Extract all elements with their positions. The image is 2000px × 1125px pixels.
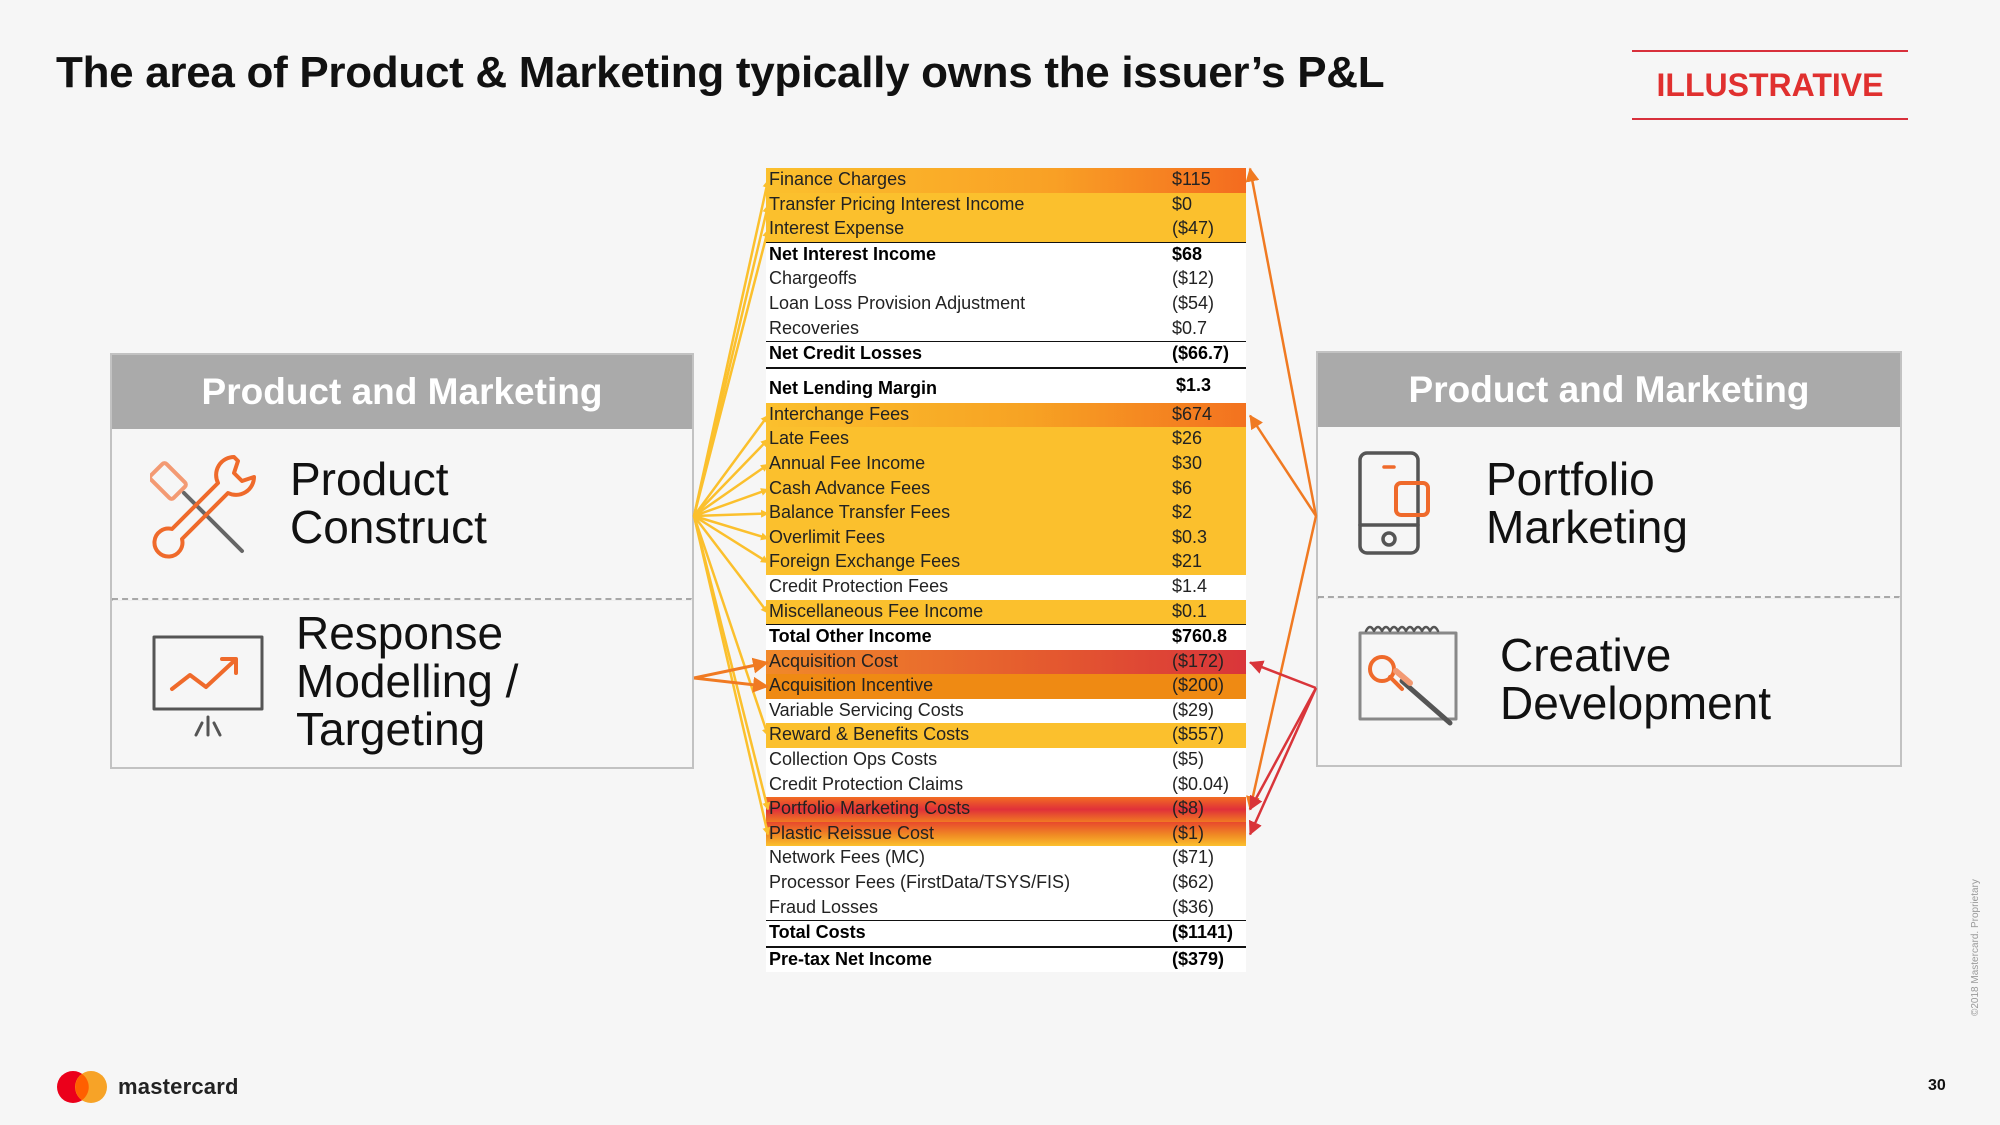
page-number: 30 (1928, 1077, 1946, 1094)
arrow-product-to-row (693, 509, 769, 518)
mastercard-logo: mastercard (56, 1070, 239, 1104)
right-arrows-group (1245, 167, 1318, 836)
arrow-product-to-row (692, 515, 770, 737)
arrow-creative-to-row (1248, 687, 1318, 811)
mastercard-circles-icon (57, 1071, 107, 1103)
connector-arrows (692, 167, 1318, 836)
arrow-product-to-row (693, 514, 769, 541)
logo-text: mastercard (118, 1074, 239, 1099)
left-arrows-group (692, 179, 771, 836)
arrow-portfolio-to-row (1246, 515, 1318, 811)
copyright-text: ©2018 Mastercard. Proprietary (1970, 879, 1981, 1016)
